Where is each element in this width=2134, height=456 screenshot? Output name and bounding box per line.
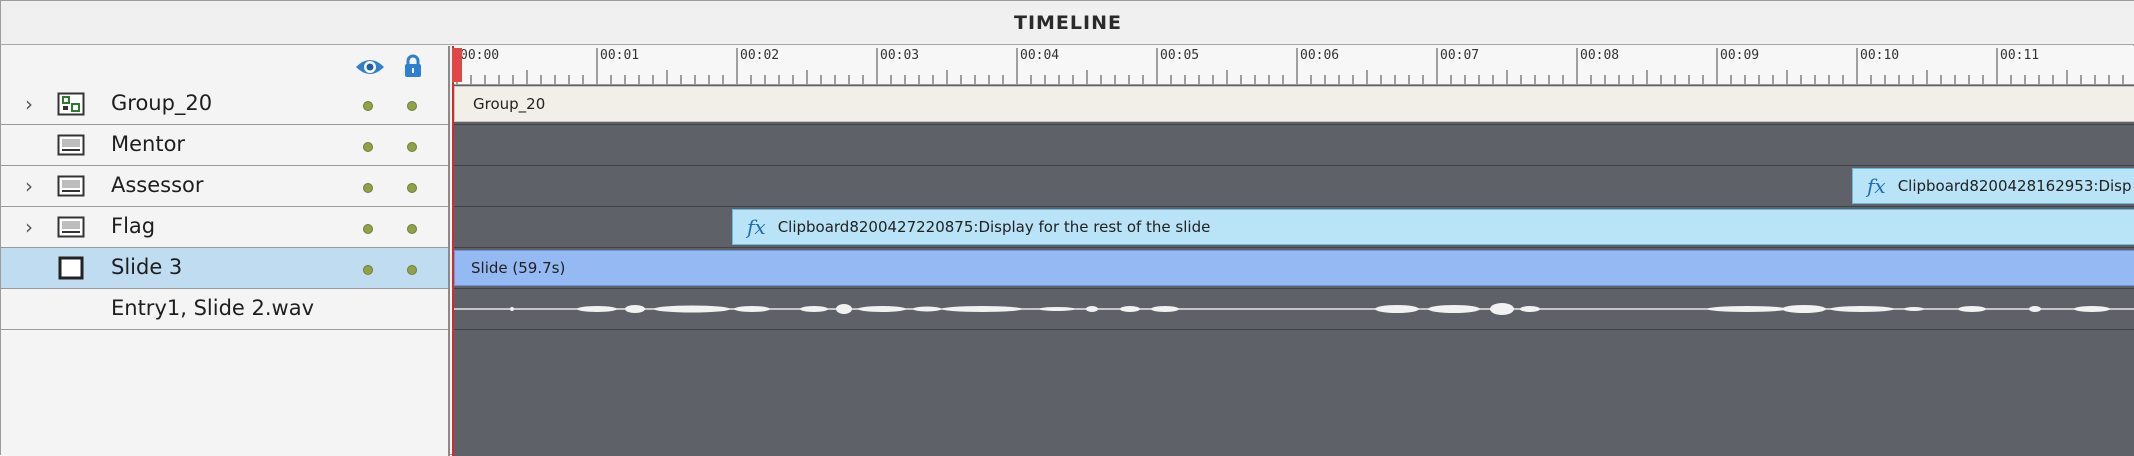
audio-waveform[interactable] xyxy=(452,289,2134,330)
lock-dot[interactable] xyxy=(407,101,417,111)
ruler-time-label: 00:10 xyxy=(1860,48,1900,63)
playhead[interactable] xyxy=(452,46,454,456)
layer-name: Assessor xyxy=(111,173,204,197)
layers-list: › Group_20 Mentor › Assessor › Flag Slid… xyxy=(1,46,450,456)
ruler-time-label: 00:06 xyxy=(1300,48,1340,63)
ruler-time-label: 00:01 xyxy=(600,48,640,63)
fx-icon: fx xyxy=(747,215,766,239)
assessor-effect-label: Clipboard8200428162953:Disp xyxy=(1897,177,2132,195)
track-audio xyxy=(452,289,2134,330)
lock-dot[interactable] xyxy=(407,265,417,275)
timeline-panel: TIMELINE › Group_20 Mentor › Assessor › … xyxy=(0,0,2134,456)
layer-row-mentor[interactable]: Mentor xyxy=(1,125,448,166)
lock-dot[interactable] xyxy=(407,183,417,193)
image-object-icon xyxy=(57,133,85,157)
layer-name: Group_20 xyxy=(111,91,213,115)
image-object-icon xyxy=(57,174,85,198)
track-slide-3: Slide (59.7s) xyxy=(452,248,2134,289)
panel-title: TIMELINE xyxy=(1,1,2134,45)
slide-bar-label: Slide (59.7s) xyxy=(471,259,566,277)
track-mentor xyxy=(452,125,2134,166)
layer-name: Mentor xyxy=(111,132,186,156)
assessor-effect-bar[interactable]: fx Clipboard8200428162953:Disp xyxy=(1852,168,2134,204)
visibility-dot[interactable] xyxy=(363,265,373,275)
visibility-dot[interactable] xyxy=(363,183,373,193)
ruler-time-label: 00:02 xyxy=(740,48,780,63)
lock-dot[interactable] xyxy=(407,224,417,234)
track-group-20: Group_20 xyxy=(452,84,2134,125)
layer-row-flag[interactable]: › Flag xyxy=(1,207,448,248)
group-bar-label: Group_20 xyxy=(473,95,546,113)
chevron-right-icon[interactable]: › xyxy=(25,93,41,115)
timeline-area[interactable]: 00:00 00:01 00:02 00:03 00:04 00:05 00:06 00:07… xyxy=(452,46,2134,456)
chevron-right-icon[interactable]: › xyxy=(25,216,41,238)
lock-dot[interactable] xyxy=(407,142,417,152)
ruler-time-label: 00:09 xyxy=(1720,48,1760,63)
playhead-handle[interactable] xyxy=(452,48,462,82)
visibility-dot[interactable] xyxy=(363,101,373,111)
layer-name: Entry1, Slide 2.wav xyxy=(111,296,315,320)
group-object-icon xyxy=(57,92,85,116)
track-assessor: fx Clipboard8200428162953:Disp xyxy=(452,166,2134,207)
ruler-time-label: 00:00 xyxy=(460,48,500,63)
layer-row-audio[interactable]: Entry1, Slide 2.wav xyxy=(1,289,448,330)
flag-effect-bar[interactable]: fx Clipboard8200427220875:Display for th… xyxy=(732,209,2134,245)
eye-icon[interactable] xyxy=(355,56,385,78)
fx-icon: fx xyxy=(1867,174,1886,198)
layers-header xyxy=(1,46,448,84)
ruler-time-label: 00:05 xyxy=(1160,48,1200,63)
ruler-time-label: 00:04 xyxy=(1020,48,1060,63)
time-ruler[interactable]: 00:00 00:01 00:02 00:03 00:04 00:05 00:06 00:07… xyxy=(452,46,2134,85)
layer-name: Flag xyxy=(111,214,156,238)
chevron-right-icon[interactable]: › xyxy=(25,175,41,197)
layer-name: Slide 3 xyxy=(111,255,183,279)
layer-row-slide-3[interactable]: Slide 3 xyxy=(1,248,448,289)
layer-row-assessor[interactable]: › Assessor xyxy=(1,166,448,207)
visibility-dot[interactable] xyxy=(363,142,373,152)
layer-row-group-20[interactable]: › Group_20 xyxy=(1,84,448,125)
image-object-icon xyxy=(57,215,85,239)
ruler-time-label: 00:11 xyxy=(2000,48,2040,63)
group-bar[interactable]: Group_20 xyxy=(454,86,2134,122)
slide-icon xyxy=(57,256,85,280)
lock-icon[interactable] xyxy=(403,54,423,78)
slide-bar[interactable]: Slide (59.7s) xyxy=(454,250,2134,286)
ruler-time-label: 00:07 xyxy=(1440,48,1480,63)
track-flag: fx Clipboard8200427220875:Display for th… xyxy=(452,207,2134,248)
visibility-dot[interactable] xyxy=(363,224,373,234)
ruler-time-label: 00:03 xyxy=(880,48,920,63)
ruler-time-label: 00:08 xyxy=(1580,48,1620,63)
flag-effect-label: Clipboard8200427220875:Display for the r… xyxy=(777,218,1211,236)
